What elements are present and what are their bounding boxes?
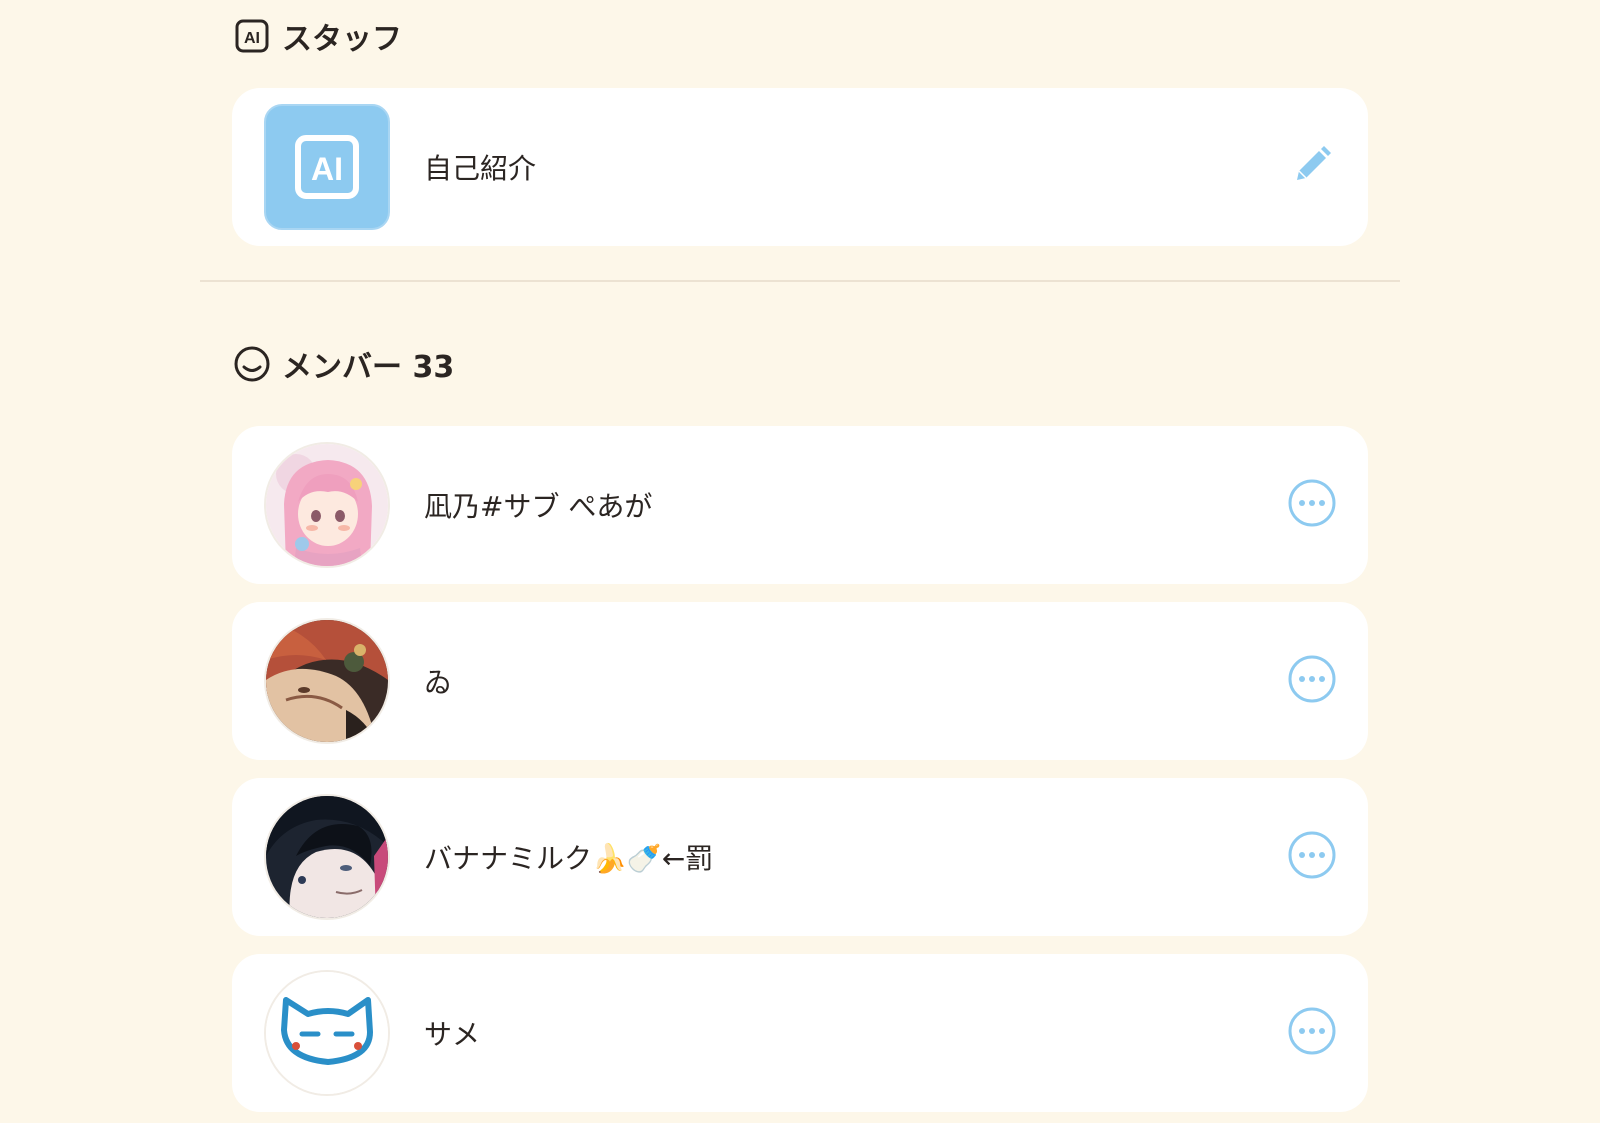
member-name: 凪乃#サブ ぺあが	[424, 490, 653, 523]
red-hair-anime-avatar[interactable]	[264, 618, 390, 744]
member-name: バナナミルク🍌🍼←罰	[424, 842, 714, 875]
member-name: サメ	[424, 1018, 481, 1051]
ai-badge-icon: AI	[234, 18, 270, 54]
smile-face-icon	[234, 346, 270, 382]
members-section-header: メンバー 33	[234, 342, 454, 386]
member-row[interactable]: ゐ	[232, 602, 1368, 760]
blue-cat-doodle-avatar[interactable]	[264, 970, 390, 1096]
more-options-icon	[1287, 1006, 1337, 1060]
pencil-icon	[1291, 144, 1333, 190]
member-row[interactable]: バナナミルク🍌🍼←罰	[232, 778, 1368, 936]
member-options-button[interactable]	[1286, 1007, 1338, 1059]
member-list-page: AI スタッフ AI 自己紹介 メンバー 33 凪乃#サブ ぺあが ゐ バナナミ…	[0, 0, 1600, 1123]
more-options-icon	[1287, 478, 1337, 532]
member-options-button[interactable]	[1286, 655, 1338, 707]
staff-section-header: AI スタッフ	[234, 14, 402, 58]
member-name: ゐ	[424, 666, 453, 699]
members-section-title: メンバー 33	[282, 350, 455, 385]
more-options-icon	[1287, 654, 1337, 708]
staff-section-title: スタッフ	[282, 22, 402, 57]
pink-hair-anime-avatar[interactable]	[264, 442, 390, 568]
member-row[interactable]: 凪乃#サブ ぺあが	[232, 426, 1368, 584]
svg-text:AI: AI	[244, 30, 260, 47]
section-divider	[200, 280, 1400, 282]
member-row[interactable]: サメ	[232, 954, 1368, 1112]
more-options-icon	[1287, 830, 1337, 884]
self-intro-label: 自己紹介	[424, 152, 537, 185]
dark-hair-anime-avatar[interactable]	[264, 794, 390, 920]
ai-badge-icon: AI	[264, 104, 390, 230]
edit-button[interactable]	[1286, 141, 1338, 193]
staff-intro-card[interactable]: AI 自己紹介	[232, 88, 1368, 246]
svg-text:AI: AI	[311, 151, 343, 187]
member-options-button[interactable]	[1286, 831, 1338, 883]
member-options-button[interactable]	[1286, 479, 1338, 531]
